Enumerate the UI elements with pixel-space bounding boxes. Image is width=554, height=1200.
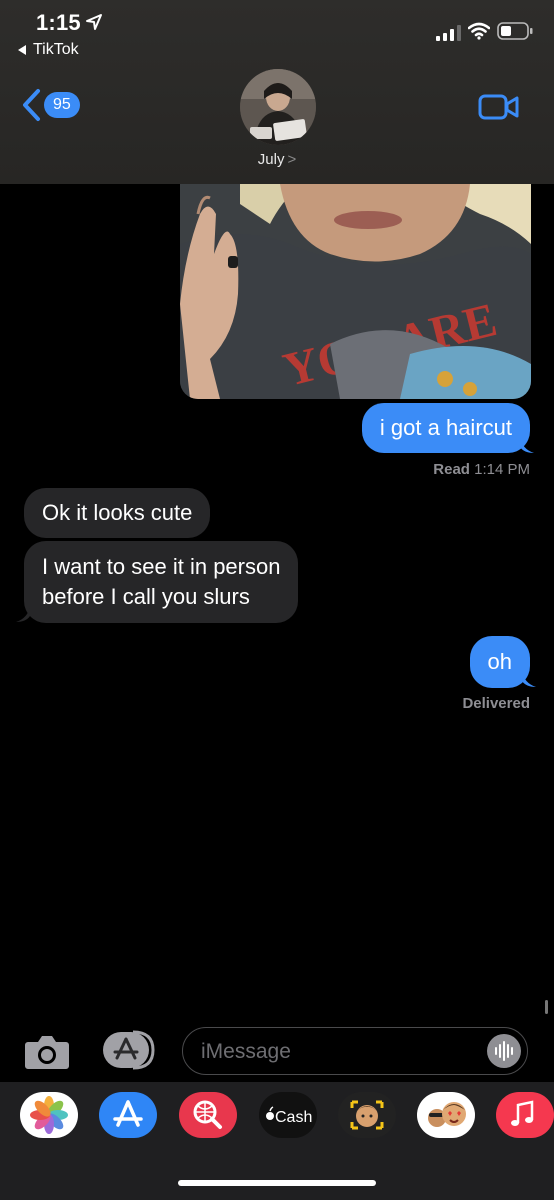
- bubble-tail: [520, 437, 534, 453]
- incoming-message[interactable]: Ok it looks cute: [24, 488, 211, 538]
- back-triangle-icon: [18, 45, 26, 55]
- camera-icon[interactable]: [24, 1032, 70, 1070]
- status-time: 1:15: [36, 10, 81, 35]
- contact-name: July: [257, 151, 285, 168]
- avatar-photo: [240, 69, 316, 145]
- contact-avatar[interactable]: [240, 69, 316, 145]
- message-text-line: before I call you slurs: [42, 584, 250, 609]
- image-message[interactable]: YOU ARE: [180, 184, 531, 399]
- scroll-indicator[interactable]: [545, 1000, 548, 1014]
- message-text-line: I want to see it in person: [42, 554, 281, 579]
- unread-count-badge: 95: [44, 92, 80, 118]
- message-text: Ok it looks cute: [42, 500, 193, 525]
- memoji-icon: [350, 1100, 384, 1130]
- chevron-left-icon: [23, 89, 40, 121]
- photos-icon: [30, 1096, 68, 1134]
- app-store-icon: [113, 1100, 143, 1127]
- memoji-stickers-button[interactable]: [417, 1092, 475, 1138]
- photos-app-button[interactable]: [20, 1092, 78, 1138]
- memoji-stickers-icon: [428, 1102, 466, 1127]
- facetime-video-icon[interactable]: [478, 93, 520, 121]
- apple-cash-button[interactable]: Cash: [259, 1092, 317, 1138]
- app-store-button[interactable]: [99, 1092, 157, 1138]
- cellular-signal-icon: [436, 25, 461, 41]
- image-search-button[interactable]: [179, 1092, 237, 1138]
- read-label: Read: [433, 461, 470, 478]
- haircut-photo: YOU ARE: [180, 184, 531, 399]
- memoji-button[interactable]: [338, 1092, 396, 1138]
- wifi-icon: [468, 22, 490, 40]
- imessage-input[interactable]: iMessage: [182, 1027, 528, 1075]
- search-images-icon: [193, 1100, 222, 1129]
- outgoing-message[interactable]: oh: [469, 636, 530, 688]
- back-app-label: TikTok: [33, 41, 79, 58]
- back-to-conversations-button[interactable]: 95: [20, 88, 80, 122]
- bubble-tail: [522, 671, 536, 687]
- music-button[interactable]: [496, 1092, 554, 1138]
- conversation-header: 1:15 TikTok 95 July >: [0, 0, 554, 184]
- contact-name-button[interactable]: July >: [0, 151, 554, 168]
- incoming-message[interactable]: I want to see it in person before I call…: [24, 541, 299, 623]
- bubble-tail: [16, 606, 30, 622]
- back-to-app-link[interactable]: TikTok: [18, 41, 79, 59]
- location-arrow-icon: [86, 14, 102, 30]
- read-time: 1:14 PM: [474, 461, 530, 478]
- message-text: i got a haircut: [379, 415, 512, 440]
- music-icon: [511, 1100, 534, 1126]
- cash-label: Cash: [275, 1109, 312, 1126]
- input-placeholder: iMessage: [201, 1040, 291, 1063]
- delivered-receipt: Delivered: [462, 695, 530, 712]
- waveform-icon: [495, 1041, 513, 1061]
- audio-message-button[interactable]: [487, 1034, 521, 1068]
- app-store-apps-icon[interactable]: [103, 1030, 157, 1070]
- battery-icon: [497, 22, 533, 40]
- apple-cash-icon: Cash: [266, 1106, 312, 1126]
- read-receipt: Read 1:14 PM: [433, 461, 530, 478]
- delivered-label: Delivered: [462, 695, 530, 712]
- chevron-right-icon: >: [287, 151, 297, 168]
- message-text: oh: [487, 649, 512, 674]
- home-indicator[interactable]: [178, 1180, 376, 1186]
- outgoing-message[interactable]: i got a haircut: [361, 403, 530, 453]
